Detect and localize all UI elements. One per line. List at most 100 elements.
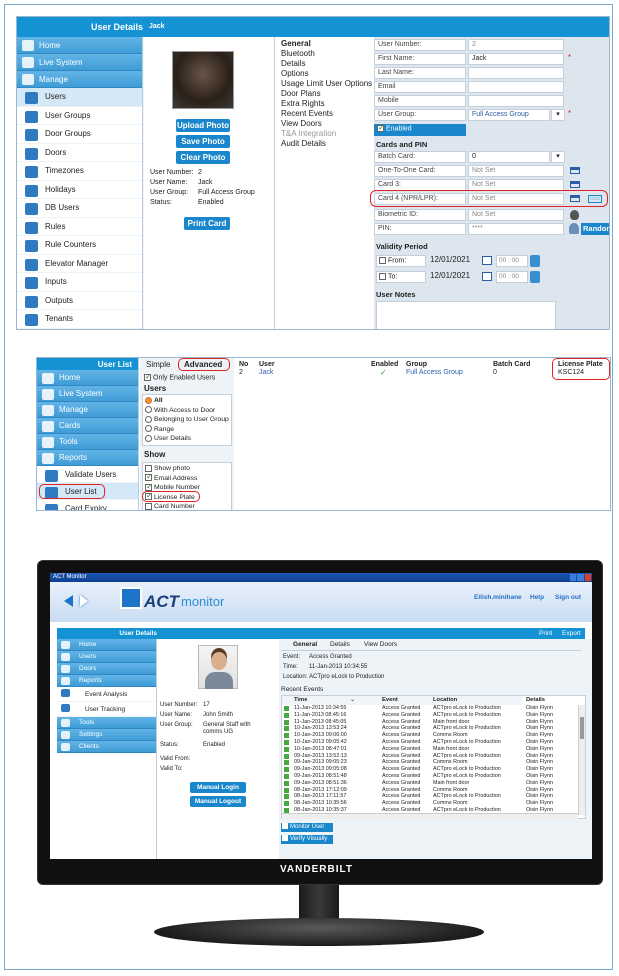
time-spinner-icon[interactable] bbox=[530, 255, 540, 267]
sidebar-item-outputs[interactable]: Outputs bbox=[17, 291, 142, 310]
chevron-down-icon[interactable]: ▾ bbox=[551, 151, 565, 163]
sidebar-item-event-analysis[interactable]: Event Analysis bbox=[57, 687, 156, 702]
show-option-card-number[interactable]: Card Number bbox=[145, 502, 229, 510]
nav-item-recent-events[interactable]: Recent Events bbox=[281, 109, 374, 119]
manual-login-button[interactable]: Manual Login bbox=[190, 782, 246, 793]
sidebar-item-settings[interactable]: Settings bbox=[57, 729, 156, 741]
nav-item-general[interactable]: General bbox=[281, 39, 374, 49]
first-name-field[interactable]: Jack bbox=[468, 53, 564, 65]
sidebar-item-tenants[interactable]: Tenants bbox=[17, 310, 142, 329]
sidebar-item-home[interactable]: Home bbox=[17, 37, 142, 54]
sidebar-item-cards[interactable]: Cards bbox=[37, 418, 138, 434]
biometric-field[interactable]: Not Set bbox=[468, 209, 564, 221]
sidebar-item-reports[interactable]: Reports bbox=[37, 450, 138, 466]
export-link[interactable]: Export bbox=[562, 630, 581, 637]
sidebar-item-cards[interactable]: Cards bbox=[17, 328, 142, 329]
tab-simple[interactable]: Simple bbox=[146, 360, 170, 369]
sidebar-item-tools[interactable]: Tools bbox=[57, 717, 156, 729]
to-checkbox[interactable]: To: bbox=[376, 271, 426, 283]
scrollbar-thumb[interactable] bbox=[580, 717, 584, 739]
sidebar-item-elevator-manager[interactable]: Elevator Manager bbox=[17, 254, 142, 273]
nav-item-door-plans[interactable]: Door Plans bbox=[281, 89, 374, 99]
sidebar-item-inputs[interactable]: Inputs bbox=[17, 273, 142, 292]
user-account-link[interactable]: Eilish.minihane bbox=[474, 594, 522, 601]
mobile-field[interactable] bbox=[468, 95, 564, 107]
sidebar-item-reports[interactable]: Reports bbox=[57, 675, 156, 687]
sidebar-item-timezones[interactable]: Timezones bbox=[17, 162, 142, 181]
sidebar-item-users[interactable]: Users bbox=[57, 651, 156, 663]
users-option-range[interactable]: Range bbox=[145, 425, 229, 435]
row-group-link[interactable]: Full Access Group bbox=[406, 369, 463, 376]
nav-item-bluetooth[interactable]: Bluetooth bbox=[281, 49, 374, 59]
tab-general[interactable]: General bbox=[293, 641, 317, 648]
nav-item-audit-details[interactable]: Audit Details bbox=[281, 139, 374, 149]
nav-item-t-a-integration[interactable]: T&A Integration bbox=[281, 129, 374, 139]
user-number-field[interactable]: 2 bbox=[468, 39, 564, 51]
sidebar-item-user-list[interactable]: User List bbox=[37, 483, 138, 500]
sidebar-item-home[interactable]: Home bbox=[57, 639, 156, 651]
sidebar-item-live-system[interactable]: Live System bbox=[17, 54, 142, 71]
sidebar-item-clients[interactable]: Clients bbox=[57, 741, 156, 753]
to-time[interactable]: 00 : 00 bbox=[496, 271, 528, 283]
horizontal-scrollbar[interactable] bbox=[282, 813, 578, 819]
sidebar-item-door-groups[interactable]: Door Groups bbox=[17, 125, 142, 144]
print-card-button[interactable]: Print Card bbox=[184, 217, 230, 230]
nav-item-view-doors[interactable]: View Doors bbox=[281, 119, 374, 129]
users-option-with-access-to-door[interactable]: With Access to Door bbox=[145, 406, 229, 416]
from-time[interactable]: 00 : 00 bbox=[496, 255, 528, 267]
time-spinner-icon[interactable] bbox=[530, 271, 540, 283]
events-scrollbar[interactable] bbox=[578, 705, 585, 815]
enabled-checkbox[interactable]: Enabled bbox=[374, 123, 466, 136]
forward-arrow-icon[interactable] bbox=[80, 595, 88, 607]
close-icon[interactable] bbox=[584, 574, 591, 581]
nav-item-details[interactable]: Details bbox=[281, 59, 374, 69]
maximize-icon[interactable] bbox=[577, 574, 584, 581]
tab-view-doors[interactable]: View Doors bbox=[364, 641, 397, 648]
user-group-select[interactable]: Full Access Group bbox=[468, 109, 550, 121]
card-icon[interactable] bbox=[570, 181, 580, 188]
nav-item-options[interactable]: Options bbox=[281, 69, 374, 79]
to-date[interactable]: 12/01/2021 bbox=[430, 271, 480, 283]
sidebar-item-card-expiry[interactable]: Card Expiry bbox=[37, 500, 138, 510]
sign-out-link[interactable]: Sign out bbox=[555, 594, 581, 601]
sidebar-item-user-tracking[interactable]: User Tracking bbox=[57, 702, 156, 717]
calendar-icon[interactable] bbox=[482, 272, 492, 281]
show-option-email-address[interactable]: Email Address bbox=[145, 472, 229, 484]
users-option-user-details[interactable]: User Details bbox=[145, 434, 229, 444]
upload-photo-button[interactable]: Upload Photo bbox=[176, 119, 230, 132]
from-date[interactable]: 12/01/2021 bbox=[430, 255, 480, 267]
sidebar-item-validate-users[interactable]: Validate Users bbox=[37, 466, 138, 483]
manual-logout-button[interactable]: Manual Logout bbox=[190, 796, 246, 807]
sidebar-item-manage[interactable]: Manage bbox=[37, 402, 138, 418]
one-to-one-field[interactable]: Not Set bbox=[468, 165, 564, 177]
sidebar-item-db-users[interactable]: DB Users bbox=[17, 199, 142, 218]
fingerprint-icon[interactable] bbox=[570, 210, 579, 220]
users-option-belonging-to-user-group[interactable]: Belonging to User Group bbox=[145, 415, 229, 425]
back-arrow-icon[interactable] bbox=[64, 595, 73, 607]
minimize-icon[interactable] bbox=[570, 574, 577, 581]
sidebar-item-holidays[interactable]: Holidays bbox=[17, 180, 142, 199]
help-link[interactable]: Help bbox=[530, 594, 544, 601]
last-name-field[interactable] bbox=[468, 67, 564, 79]
users-option-all[interactable]: All bbox=[145, 396, 229, 406]
sidebar-item-home[interactable]: Home bbox=[37, 370, 138, 386]
email-field[interactable] bbox=[468, 81, 564, 93]
verify-visually-checkbox[interactable]: Verify Visually bbox=[281, 835, 333, 844]
monitor-user-checkbox[interactable]: Monitor User bbox=[281, 823, 333, 832]
save-photo-button[interactable]: Save Photo bbox=[176, 135, 230, 148]
show-option-show-photo[interactable]: Show photo bbox=[145, 464, 229, 474]
only-enabled-checkbox[interactable]: Only Enabled Users bbox=[144, 372, 215, 381]
sidebar-item-user-groups[interactable]: User Groups bbox=[17, 106, 142, 125]
tab-details[interactable]: Details bbox=[330, 641, 350, 648]
sidebar-item-rule-counters[interactable]: Rule Counters bbox=[17, 236, 142, 255]
calendar-icon[interactable] bbox=[482, 256, 492, 265]
sidebar-item-live-system[interactable]: Live System bbox=[37, 386, 138, 402]
print-link[interactable]: Print bbox=[539, 630, 552, 637]
pin-field[interactable]: **** bbox=[468, 223, 564, 235]
user-notes-textarea[interactable] bbox=[376, 301, 556, 329]
card-icon[interactable] bbox=[570, 167, 580, 174]
sidebar-item-tools[interactable]: Tools bbox=[37, 434, 138, 450]
sidebar-item-manage[interactable]: Manage bbox=[17, 71, 142, 88]
row-user-link[interactable]: Jack bbox=[259, 369, 273, 376]
clear-photo-button[interactable]: Clear Photo bbox=[176, 151, 230, 164]
